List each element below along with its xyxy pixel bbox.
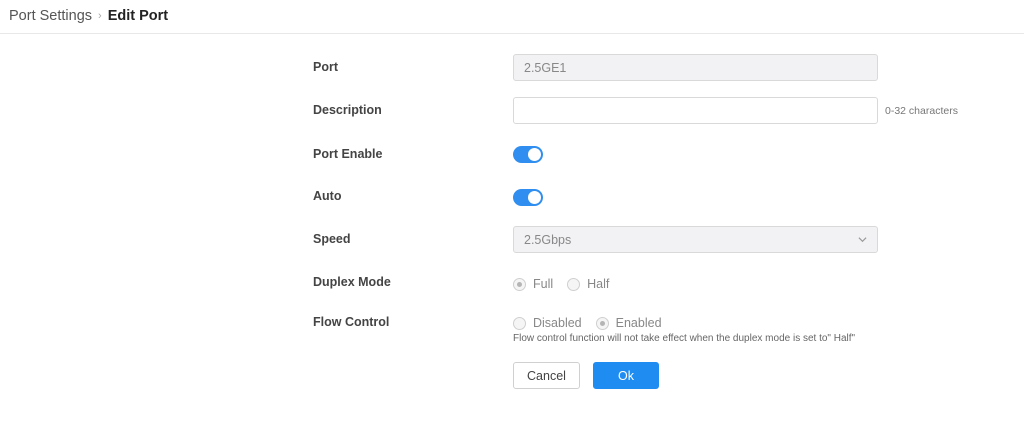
auto-label: Auto xyxy=(313,189,342,203)
duplex-full-radio[interactable]: Full xyxy=(513,277,553,291)
radio-unchecked-icon xyxy=(513,316,526,330)
duplex-full-label: Full xyxy=(533,277,554,291)
duplex-half-label: Half xyxy=(587,277,610,291)
description-label: Description xyxy=(313,103,382,117)
port-enable-label: Port Enable xyxy=(313,147,383,161)
breadcrumb: Port Settings › Edit Port xyxy=(9,6,168,26)
flow-control-note: Flow control function will not take effe… xyxy=(513,333,856,344)
port-enable-toggle[interactable] xyxy=(513,146,543,163)
description-hint: 0-32 characters xyxy=(885,105,958,117)
duplex-mode-label: Duplex Mode xyxy=(313,275,391,289)
flow-control-enabled-radio[interactable]: Enabled xyxy=(595,316,662,330)
breadcrumb-port-settings-link[interactable]: Port Settings xyxy=(9,8,92,24)
speed-value: 2.5Gbps xyxy=(524,232,572,247)
radio-unchecked-icon xyxy=(567,277,581,291)
cancel-button[interactable]: Cancel xyxy=(513,362,580,389)
ok-button[interactable]: Ok xyxy=(593,362,659,389)
description-input[interactable] xyxy=(513,97,878,124)
flow-control-enabled-label: Enabled xyxy=(615,316,662,330)
radio-checked-icon xyxy=(513,277,526,291)
header-divider xyxy=(0,33,1024,34)
speed-label: Speed xyxy=(313,232,351,246)
toggle-knob xyxy=(528,148,541,161)
chevron-down-icon xyxy=(858,237,867,243)
toggle-knob xyxy=(528,191,541,204)
speed-select[interactable]: 2.5Gbps xyxy=(513,226,878,253)
port-value: 2.5GE1 xyxy=(524,60,567,75)
page-title: Edit Port xyxy=(107,8,169,24)
flow-control-disabled-radio[interactable]: Disabled xyxy=(513,316,582,330)
port-label: Port xyxy=(313,60,338,74)
duplex-mode-radio-group: Full Half xyxy=(513,277,623,291)
flow-control-disabled-label: Disabled xyxy=(533,316,582,330)
flow-control-radio-group: Disabled Enabled xyxy=(513,316,676,330)
duplex-half-radio[interactable]: Half xyxy=(567,277,609,291)
flow-control-label: Flow Control xyxy=(313,315,390,329)
radio-checked-icon xyxy=(595,316,609,330)
auto-toggle[interactable] xyxy=(513,189,543,206)
chevron-right-icon: › xyxy=(98,10,102,22)
port-field: 2.5GE1 xyxy=(513,54,878,81)
